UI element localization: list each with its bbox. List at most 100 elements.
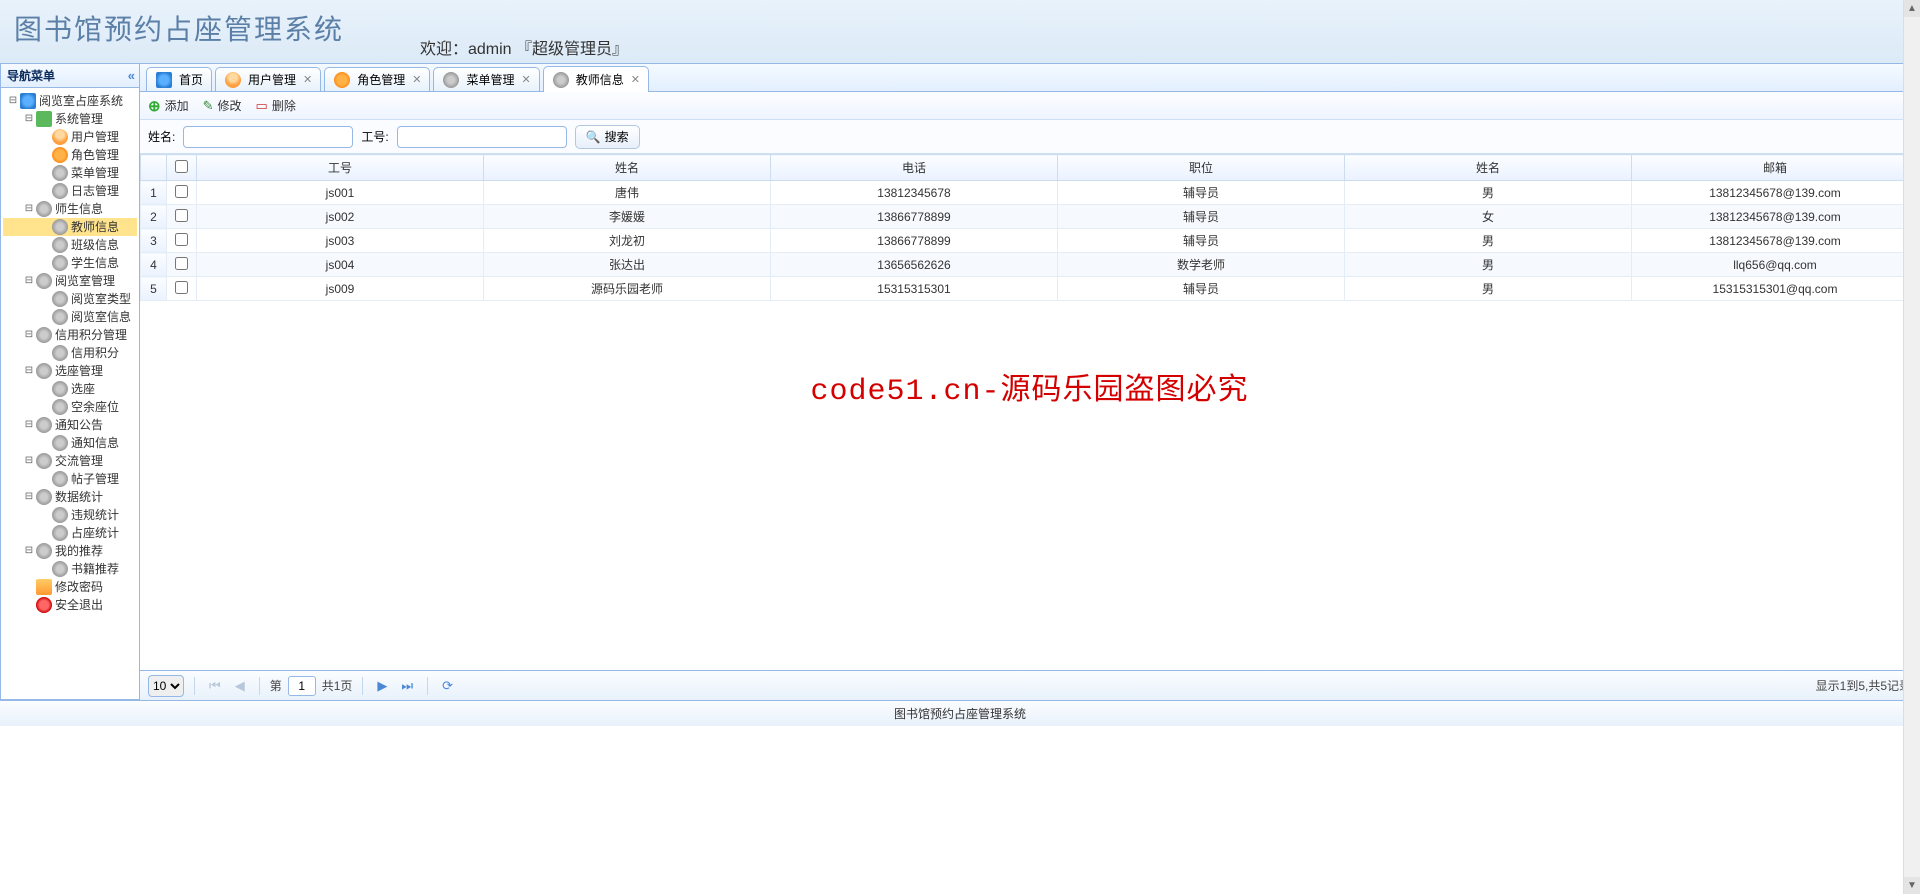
nav-item-数据统计[interactable]: ⊟数据统计 — [3, 488, 137, 506]
col-header[interactable]: 职位 — [1058, 155, 1345, 181]
row-checkbox[interactable] — [175, 185, 188, 198]
close-icon[interactable]: ✕ — [412, 73, 421, 86]
tab-角色管理[interactable]: 角色管理✕ — [324, 67, 430, 91]
nav-item-通知公告[interactable]: ⊟通知公告 — [3, 416, 137, 434]
tab-菜单管理[interactable]: 菜单管理✕ — [433, 67, 539, 91]
pager-info: 显示1到5,共5记录 — [1816, 677, 1911, 694]
select-all-checkbox[interactable] — [175, 160, 188, 173]
nav-item-选座管理[interactable]: ⊟选座管理 — [3, 362, 137, 380]
table-row[interactable]: 2js002李媛媛13866778899辅导员女13812345678@139.… — [141, 205, 1919, 229]
vertical-scrollbar[interactable]: ▲ ▼ — [1903, 0, 1920, 894]
table-row[interactable]: 1js001唐伟13812345678辅导员男13812345678@139.c… — [141, 181, 1919, 205]
plus-icon: ⊕ — [148, 97, 161, 115]
cell: 13866778899 — [771, 229, 1058, 253]
nav-item-我的推荐[interactable]: ⊟我的推荐 — [3, 542, 137, 560]
page-size-select[interactable]: 10 — [148, 675, 184, 697]
toggle-icon[interactable]: ⊟ — [7, 92, 19, 110]
ic-exit-icon — [36, 597, 52, 613]
col-header[interactable]: 姓名 — [1345, 155, 1632, 181]
col-header[interactable]: 邮箱 — [1632, 155, 1919, 181]
search-button[interactable]: 🔍搜索 — [575, 125, 640, 149]
nav-item-用户管理[interactable]: 用户管理 — [3, 128, 137, 146]
id-input[interactable] — [397, 126, 567, 148]
refresh-button[interactable]: ⟳ — [438, 678, 457, 694]
toggle-icon[interactable]: ⊟ — [23, 272, 35, 290]
nav-item-学生信息[interactable]: 学生信息 — [3, 254, 137, 272]
nav-item-空余座位[interactable]: 空余座位 — [3, 398, 137, 416]
cell: js009 — [197, 277, 484, 301]
row-number: 4 — [141, 253, 167, 277]
ic-gear-icon — [52, 507, 68, 523]
next-page-button[interactable]: ▶ — [373, 678, 391, 694]
nav-item-阅览室类型[interactable]: 阅览室类型 — [3, 290, 137, 308]
last-page-button[interactable]: ⏭ — [397, 678, 417, 694]
toggle-icon[interactable]: ⊟ — [23, 110, 35, 128]
scroll-down-icon[interactable]: ▼ — [1904, 877, 1920, 894]
table-row[interactable]: 3js003刘龙初13866778899辅导员男13812345678@139.… — [141, 229, 1919, 253]
nav-item-菜单管理[interactable]: 菜单管理 — [3, 164, 137, 182]
name-input[interactable] — [183, 126, 353, 148]
cell: 唐伟 — [484, 181, 771, 205]
cell: 辅导员 — [1058, 181, 1345, 205]
nav-item-班级信息[interactable]: 班级信息 — [3, 236, 137, 254]
collapse-sidebar-icon[interactable]: « — [128, 68, 135, 83]
nav-item-信用积分管理[interactable]: ⊟信用积分管理 — [3, 326, 137, 344]
tab-教师信息[interactable]: 教师信息✕ — [543, 66, 649, 92]
nav-item-修改密码[interactable]: 修改密码 — [3, 578, 137, 596]
col-header[interactable]: 姓名 — [484, 155, 771, 181]
nav-item-安全退出[interactable]: 安全退出 — [3, 596, 137, 614]
toggle-icon[interactable]: ⊟ — [23, 416, 35, 434]
nav-label: 阅览室管理 — [55, 272, 115, 290]
nav-item-阅览室管理[interactable]: ⊟ 阅览室管理 — [3, 272, 137, 290]
nav-label: 修改密码 — [55, 578, 103, 596]
nav-item-信用积分[interactable]: 信用积分 — [3, 344, 137, 362]
tab-用户管理[interactable]: 用户管理✕ — [215, 67, 321, 91]
cell: 女 — [1345, 205, 1632, 229]
nav-item-占座统计[interactable]: 占座统计 — [3, 524, 137, 542]
toggle-icon[interactable]: ⊟ — [23, 452, 35, 470]
page-input[interactable] — [288, 676, 316, 696]
table-row[interactable]: 5js009源码乐园老师15315315301辅导员男15315315301@q… — [141, 277, 1919, 301]
close-icon[interactable]: ✕ — [303, 73, 312, 86]
close-icon[interactable]: ✕ — [522, 73, 531, 86]
row-number: 2 — [141, 205, 167, 229]
toggle-icon[interactable]: ⊟ — [23, 488, 35, 506]
toggle-icon[interactable]: ⊟ — [23, 326, 35, 344]
tab-首页[interactable]: 首页 — [146, 67, 212, 91]
app-title: 图书馆预约占座管理系统 — [0, 0, 1920, 48]
nav-item-帖子管理[interactable]: 帖子管理 — [3, 470, 137, 488]
nav-item-师生信息[interactable]: ⊟师生信息 — [3, 200, 137, 218]
first-page-button[interactable]: ⏮ — [205, 678, 225, 694]
scroll-up-icon[interactable]: ▲ — [1904, 0, 1920, 17]
row-checkbox[interactable] — [175, 233, 188, 246]
nav-item-违规统计[interactable]: 违规统计 — [3, 506, 137, 524]
nav-label: 违规统计 — [71, 506, 119, 524]
col-header[interactable]: 工号 — [197, 155, 484, 181]
row-checkbox[interactable] — [175, 281, 188, 294]
table-row[interactable]: 4js004张达出13656562626数学老师男llq656@qq.com — [141, 253, 1919, 277]
nav-item-教师信息[interactable]: 教师信息 — [3, 218, 137, 236]
main-panel: 首页用户管理✕角色管理✕菜单管理✕教师信息✕ ⊕添加 ✎修改 ▭删除 姓名: 工… — [140, 64, 1920, 700]
nav-item-角色管理[interactable]: 角色管理 — [3, 146, 137, 164]
toggle-icon[interactable]: ⊟ — [23, 542, 35, 560]
col-header[interactable]: 电话 — [771, 155, 1058, 181]
nav-label: 空余座位 — [71, 398, 119, 416]
edit-button[interactable]: ✎修改 — [203, 97, 242, 114]
nav-item-系统管理[interactable]: ⊟系统管理 — [3, 110, 137, 128]
nav-item-日志管理[interactable]: 日志管理 — [3, 182, 137, 200]
prev-page-button[interactable]: ◀ — [231, 678, 249, 694]
toggle-icon[interactable]: ⊟ — [23, 200, 35, 218]
ic-home-icon — [156, 72, 172, 88]
nav-item-交流管理[interactable]: ⊟交流管理 — [3, 452, 137, 470]
nav-item-书籍推荐[interactable]: 书籍推荐 — [3, 560, 137, 578]
close-icon[interactable]: ✕ — [631, 73, 640, 86]
nav-item-选座[interactable]: 选座 — [3, 380, 137, 398]
toggle-icon[interactable]: ⊟ — [23, 362, 35, 380]
add-button[interactable]: ⊕添加 — [148, 97, 189, 115]
row-checkbox[interactable] — [175, 257, 188, 270]
nav-item-阅览室占座系统[interactable]: ⊟阅览室占座系统 — [3, 92, 137, 110]
delete-button[interactable]: ▭删除 — [256, 97, 296, 114]
row-checkbox[interactable] — [175, 209, 188, 222]
nav-item-阅览室信息[interactable]: 阅览室信息 — [3, 308, 137, 326]
nav-item-通知信息[interactable]: 通知信息 — [3, 434, 137, 452]
